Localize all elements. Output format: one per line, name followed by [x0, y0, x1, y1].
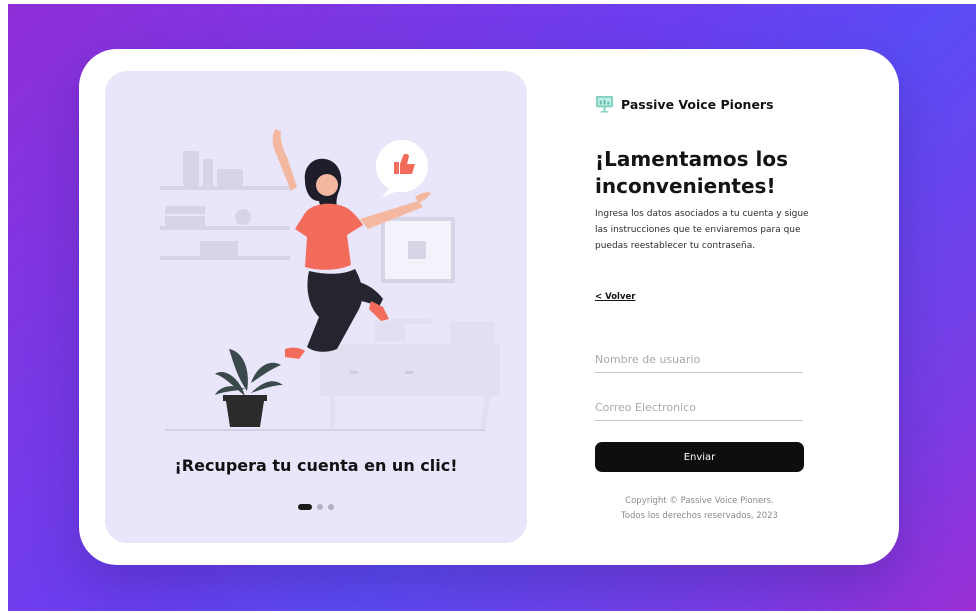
carousel-dot-1[interactable] — [298, 504, 312, 510]
recovery-card: ¡Recupera tu cuenta en un clic! Passive … — [79, 49, 899, 565]
slide-caption: ¡Recupera tu cuenta en un clic! — [174, 456, 458, 475]
carousel-dot-2[interactable] — [317, 504, 323, 510]
page-title: ¡Lamentamos los inconvenientes! — [595, 147, 789, 198]
copyright-footer: Copyright © Passive Voice Pioners. Todos… — [595, 494, 804, 524]
carousel-indicator — [105, 504, 527, 510]
brand-name: Passive Voice Pioners — [621, 96, 774, 112]
back-link[interactable]: < Volver — [595, 292, 635, 302]
presentation-board-icon — [595, 95, 614, 113]
copyright-line: Copyright © Passive Voice Pioners. — [625, 496, 774, 506]
carousel-dot-3[interactable] — [328, 504, 334, 510]
brand: Passive Voice Pioners — [595, 95, 774, 113]
jumping-woman-illustration — [160, 129, 500, 432]
rights-line: Todos los derechos reservados, 2023 — [621, 511, 778, 521]
instructions-text: Ingresa los datos asociados a tu cuenta … — [595, 209, 809, 251]
page-background: ¡Recupera tu cuenta en un clic! Passive … — [8, 4, 976, 611]
submit-button[interactable]: Enviar — [595, 442, 804, 472]
illustration-panel: ¡Recupera tu cuenta en un clic! — [105, 71, 527, 543]
username-field[interactable] — [595, 346, 803, 373]
email-field[interactable] — [595, 394, 803, 421]
form-panel: Passive Voice Pioners ¡Lamentamos los in… — [595, 49, 899, 565]
